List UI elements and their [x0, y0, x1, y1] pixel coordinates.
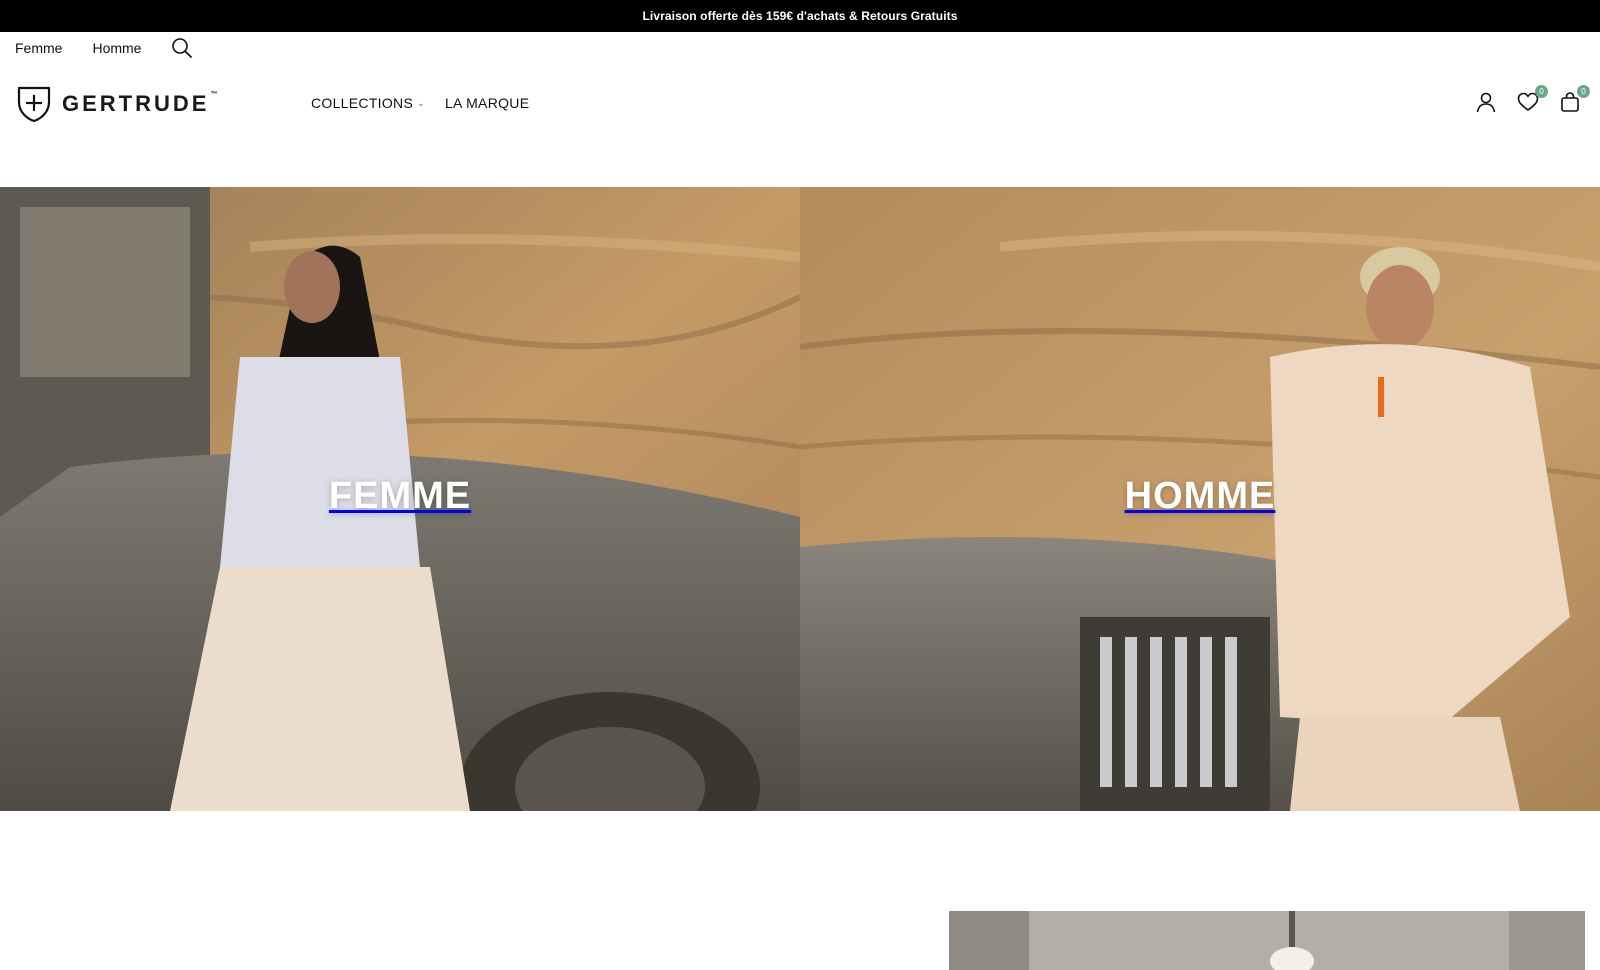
cart-count-badge: 0: [1577, 85, 1590, 98]
search-icon[interactable]: [171, 37, 193, 59]
hero-title-femme: FEMME: [328, 474, 472, 517]
main-nav: COLLECTIONS ⌄ LA MARQUE: [311, 95, 549, 111]
next-section: [0, 811, 1600, 970]
wishlist-button[interactable]: 0: [1516, 85, 1548, 114]
chevron-down-icon: ⌄: [417, 97, 425, 108]
nav-collections-label: COLLECTIONS: [311, 95, 414, 111]
hero-panel-femme[interactable]: FEMME: [0, 187, 800, 811]
nav-la-marque[interactable]: LA MARQUE: [445, 95, 529, 111]
header-actions: 0 0: [1456, 85, 1590, 114]
cart-button[interactable]: 0: [1558, 85, 1590, 114]
nav-collections[interactable]: COLLECTIONS ⌄: [311, 95, 425, 111]
wishlist-count-badge: 0: [1535, 85, 1548, 98]
logo-shield-icon: [17, 86, 51, 123]
user-icon[interactable]: [1474, 90, 1498, 114]
top-nav: Femme Homme: [0, 32, 1600, 64]
section-image: [949, 911, 1585, 970]
topnav-link-femme[interactable]: Femme: [15, 40, 62, 56]
hero-banner: FEMME HOMME: [0, 187, 1600, 811]
topnav-link-homme[interactable]: Homme: [92, 40, 141, 56]
announcement-bar: Livraison offerte dès 159€ d'achats & Re…: [0, 0, 1600, 32]
announcement-text: Livraison offerte dès 159€ d'achats & Re…: [642, 9, 958, 23]
logo-text: GERTRUDE™: [62, 91, 221, 116]
site-header: GERTRUDE™ COLLECTIONS ⌄ LA MARQUE 0 0: [0, 64, 1600, 184]
logo[interactable]: GERTRUDE™: [16, 85, 220, 123]
hero-title-homme: HOMME: [1124, 474, 1276, 517]
nav-la-marque-label: LA MARQUE: [444, 95, 530, 111]
hero-panel-homme[interactable]: HOMME: [800, 187, 1600, 811]
